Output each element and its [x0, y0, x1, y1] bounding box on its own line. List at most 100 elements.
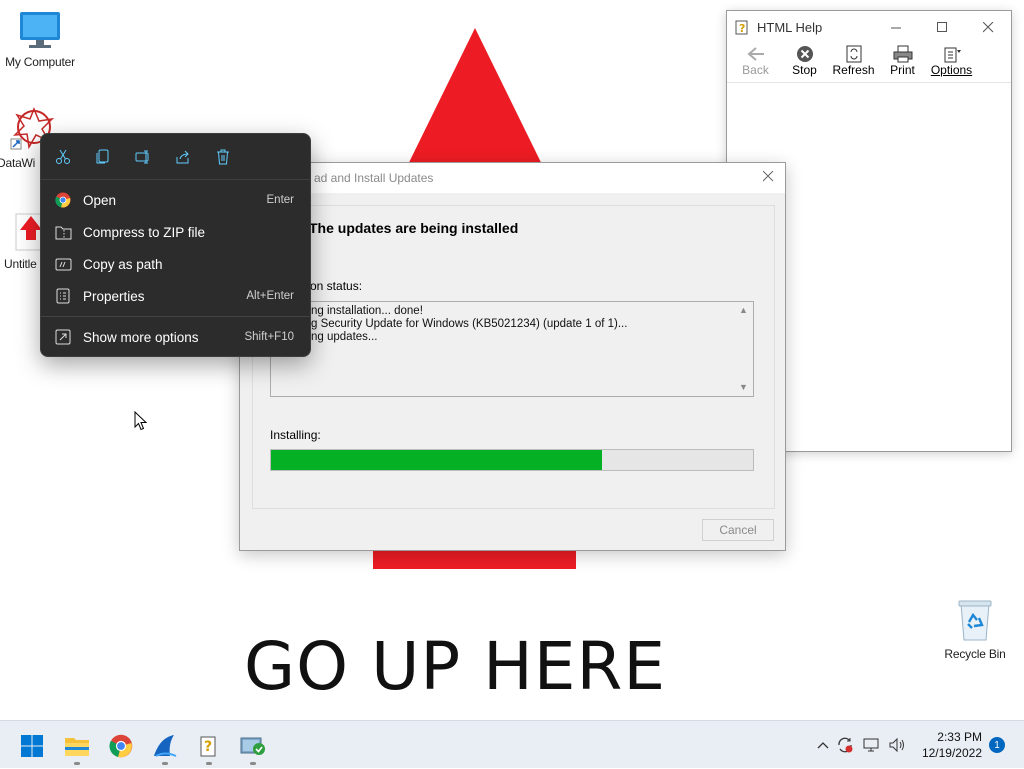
- wallpaper-text: GO UP HERE: [244, 628, 667, 705]
- taskbar-chrome[interactable]: [104, 729, 138, 763]
- more-options-icon: [55, 329, 71, 345]
- installing-label: Installing:: [270, 428, 321, 442]
- toolbar-options-button[interactable]: Options: [927, 43, 976, 82]
- dialog-close-button[interactable]: [751, 169, 785, 187]
- installation-log[interactable]: ng installation... done! g Security Upda…: [270, 301, 754, 397]
- close-button[interactable]: [965, 11, 1011, 43]
- delete-icon: [217, 149, 229, 164]
- context-item-label: Properties: [83, 288, 145, 304]
- context-item-copy-as-path[interactable]: Copy as path: [41, 248, 310, 280]
- desktop-icon-label: Untitle: [4, 257, 37, 271]
- start-icon: [21, 735, 43, 757]
- log-scrollbar[interactable]: ▲ ▼: [735, 302, 753, 396]
- desktop-icon-label: My Computer: [5, 55, 75, 69]
- show-hidden-icons-chevron-icon[interactable]: [814, 741, 832, 749]
- cancel-button[interactable]: Cancel: [702, 519, 774, 541]
- html-help-icon: ?: [200, 736, 216, 757]
- svg-text:?: ?: [739, 22, 745, 35]
- running-indicator: [162, 762, 168, 765]
- options-icon: [944, 47, 961, 63]
- rename-button[interactable]: [135, 142, 175, 172]
- share-button[interactable]: [175, 142, 215, 172]
- toolbar-back-button[interactable]: Back: [731, 43, 780, 82]
- toolbar-refresh-button[interactable]: Refresh: [829, 43, 878, 82]
- desktop-icon-recycle-bin[interactable]: Recycle Bin: [935, 598, 1015, 661]
- log-line: ng updates...: [311, 331, 378, 343]
- progress-fill: [271, 450, 603, 470]
- copy-path-icon: [55, 258, 72, 270]
- toolbar-print-button[interactable]: Print: [878, 43, 927, 82]
- taskbar: ? 2:33 PM 12/19/2022 1: [0, 720, 1024, 768]
- update-sync-icon[interactable]: [832, 736, 858, 754]
- cut-icon: [56, 149, 70, 164]
- svg-text:?: ?: [204, 739, 212, 755]
- desktop-icon-untitled[interactable]: Untitle: [0, 212, 47, 271]
- copy-button[interactable]: [95, 142, 135, 172]
- windows-update-icon: [240, 737, 265, 755]
- running-indicator: [74, 762, 80, 765]
- sharkfin-app-icon: [154, 735, 177, 757]
- context-item-properties[interactable]: Properties Alt+Enter: [41, 280, 310, 312]
- context-item-open[interactable]: Open Enter: [41, 184, 310, 216]
- context-item-show-more-options[interactable]: Show more options Shift+F10: [41, 321, 310, 353]
- desktop-icon-my-computer[interactable]: My Computer: [0, 10, 80, 69]
- installation-status-label: on status:: [310, 279, 363, 293]
- maximize-button[interactable]: [919, 11, 965, 43]
- close-icon: [982, 21, 993, 32]
- log-line: g Security Update for Windows (KB5021234…: [311, 318, 628, 330]
- notification-badge[interactable]: 1: [989, 737, 1005, 753]
- maximize-icon: [936, 21, 947, 32]
- mouse-cursor-icon: [134, 411, 148, 431]
- chrome-icon: [109, 734, 133, 758]
- network-icon[interactable]: [858, 737, 884, 753]
- scroll-down-arrow-icon[interactable]: ▼: [739, 381, 748, 394]
- context-item-shortcut: Shift+F10: [244, 331, 294, 343]
- context-item-compress-zip[interactable]: Compress to ZIP file: [41, 216, 310, 248]
- update-install-dialog[interactable]: ad and Install Updates The updates are b…: [239, 162, 786, 551]
- taskbar-file-explorer[interactable]: [60, 729, 94, 765]
- file-explorer-icon: [65, 738, 89, 756]
- monitor-icon: [20, 12, 60, 48]
- running-indicator: [206, 762, 212, 765]
- toolbar-stop-button[interactable]: Stop: [780, 43, 829, 82]
- clock-date: 12/19/2022: [921, 746, 982, 760]
- help-toolbar: Back Stop Refresh Print Options: [727, 43, 1011, 83]
- context-item-label: Compress to ZIP file: [83, 224, 206, 240]
- context-quick-actions: [41, 134, 310, 180]
- start-button[interactable]: [15, 729, 49, 763]
- chrome-icon: [55, 192, 71, 208]
- taskbar-html-help[interactable]: ?: [192, 729, 226, 765]
- scroll-up-arrow-icon[interactable]: ▲: [739, 304, 748, 317]
- dialog-heading: The updates are being installed: [309, 220, 519, 236]
- rename-icon: [135, 150, 149, 163]
- minimize-button[interactable]: [873, 11, 919, 43]
- context-item-shortcut: Alt+Enter: [246, 290, 294, 302]
- install-progress-bar: [270, 449, 754, 471]
- cut-button[interactable]: [55, 142, 95, 172]
- copy-icon: [96, 149, 109, 163]
- taskbar-clock[interactable]: 2:33 PM 12/19/2022: [922, 729, 982, 761]
- context-item-shortcut: Enter: [266, 194, 295, 206]
- close-icon: [762, 170, 773, 182]
- context-item-label: Show more options: [83, 329, 199, 345]
- minimize-icon: [890, 27, 901, 28]
- html-help-icon: ?: [735, 20, 748, 35]
- context-menu: Open Enter Compress to ZIP file Copy as …: [40, 133, 311, 357]
- log-line: ng installation... done!: [311, 305, 423, 317]
- help-title-bar[interactable]: ? HTML Help: [727, 11, 1011, 43]
- context-item-label: Copy as path: [83, 256, 163, 272]
- back-arrow-icon: [746, 47, 764, 61]
- clock-time: 2:33 PM: [937, 730, 982, 744]
- share-icon: [176, 150, 189, 163]
- printer-icon: [893, 45, 912, 63]
- dialog-title-bar[interactable]: ad and Install Updates: [240, 163, 785, 193]
- taskbar-app[interactable]: [148, 729, 182, 765]
- system-tray: [814, 721, 910, 769]
- zip-folder-icon: [55, 226, 72, 239]
- taskbar-windows-update[interactable]: [236, 729, 270, 765]
- context-separator: [41, 316, 310, 317]
- help-window-title: HTML Help: [757, 19, 823, 35]
- delete-button[interactable]: [215, 142, 255, 172]
- desktop-icon-label: Recycle Bin: [944, 647, 1006, 661]
- volume-icon[interactable]: [884, 737, 910, 753]
